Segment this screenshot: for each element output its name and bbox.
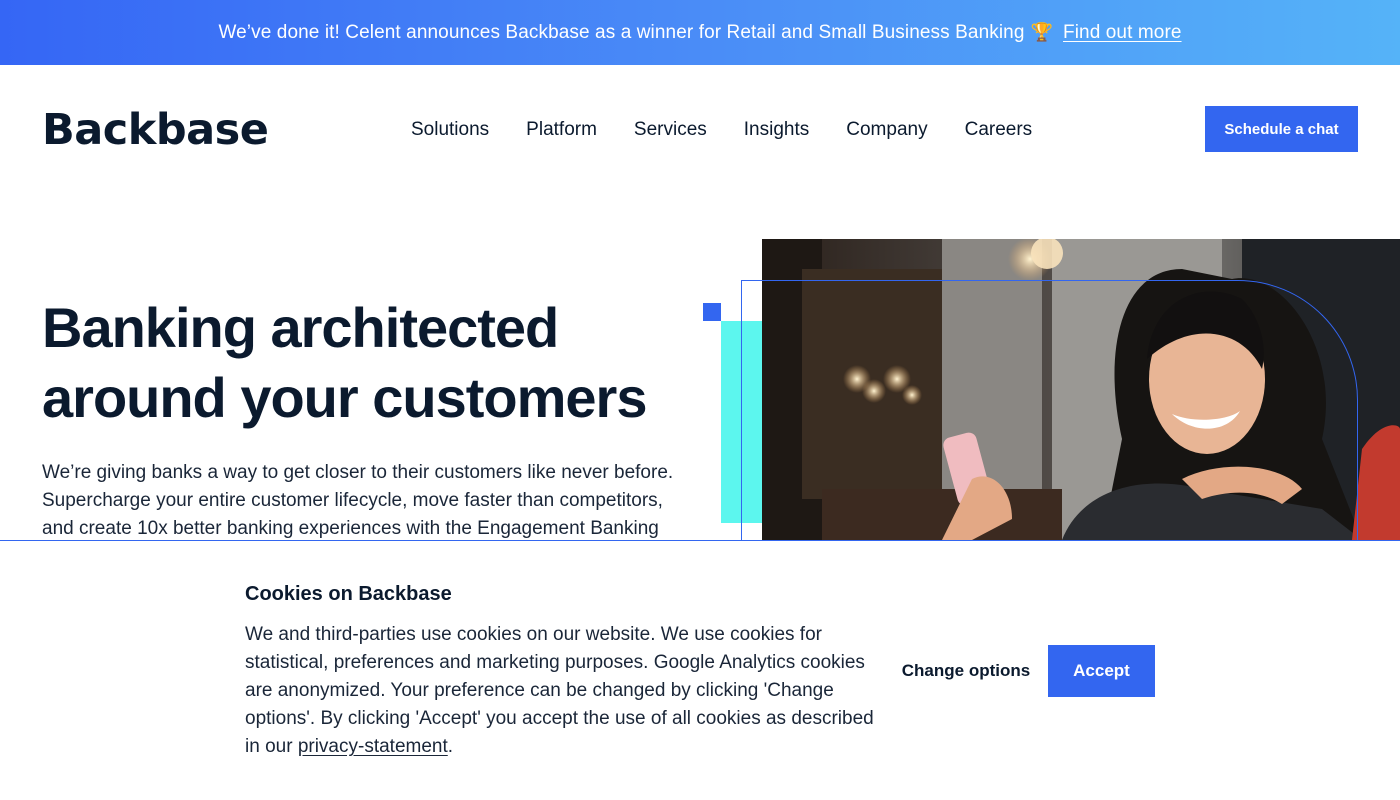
nav-item-platform[interactable]: Platform [526,119,597,141]
nav-item-careers[interactable]: Careers [965,119,1033,141]
find-out-more-link[interactable]: Find out more [1063,22,1182,44]
hero-description: We’re giving banks a way to get closer t… [42,462,674,539]
nav-item-company[interactable]: Company [846,119,927,141]
privacy-statement-link[interactable]: privacy-statement [298,736,448,757]
announcement-bar: We’ve done it! Celent announces Backbase… [0,0,1400,65]
decorative-cyan-bar [721,321,762,523]
cookie-banner: Cookies on Backbase We and third-parties… [0,540,1400,800]
backbase-logo[interactable]: Backbase [42,105,269,155]
hero-title-line-1: Banking architected [42,296,559,359]
change-options-button[interactable]: Change options [900,645,1032,697]
nav-item-insights[interactable]: Insights [744,119,809,141]
schedule-chat-button[interactable]: Schedule a chat [1205,106,1358,152]
woman-with-phone-image [762,239,1400,540]
announcement-text: We’ve done it! Celent announces Backbase… [218,21,1025,43]
trophy-icon: 🏆 [1030,22,1054,42]
cookie-text: We and third-parties use cookies on our … [245,621,885,761]
hero-photo [762,239,1400,540]
site-header: Backbase Solutions Platform Services Ins… [0,65,1400,195]
nav-item-solutions[interactable]: Solutions [411,119,489,141]
cookie-text-end: . [447,736,454,757]
hero-title-line-2: around your customers [42,366,647,429]
main-nav: Solutions Platform Services Insights Com… [411,119,1069,141]
hero-title: Banking architected around your customer… [42,293,702,433]
nav-item-services[interactable]: Services [634,119,707,141]
decorative-square [703,303,721,321]
accept-button[interactable]: Accept [1048,645,1155,697]
cookie-title: Cookies on Backbase [245,583,452,605]
